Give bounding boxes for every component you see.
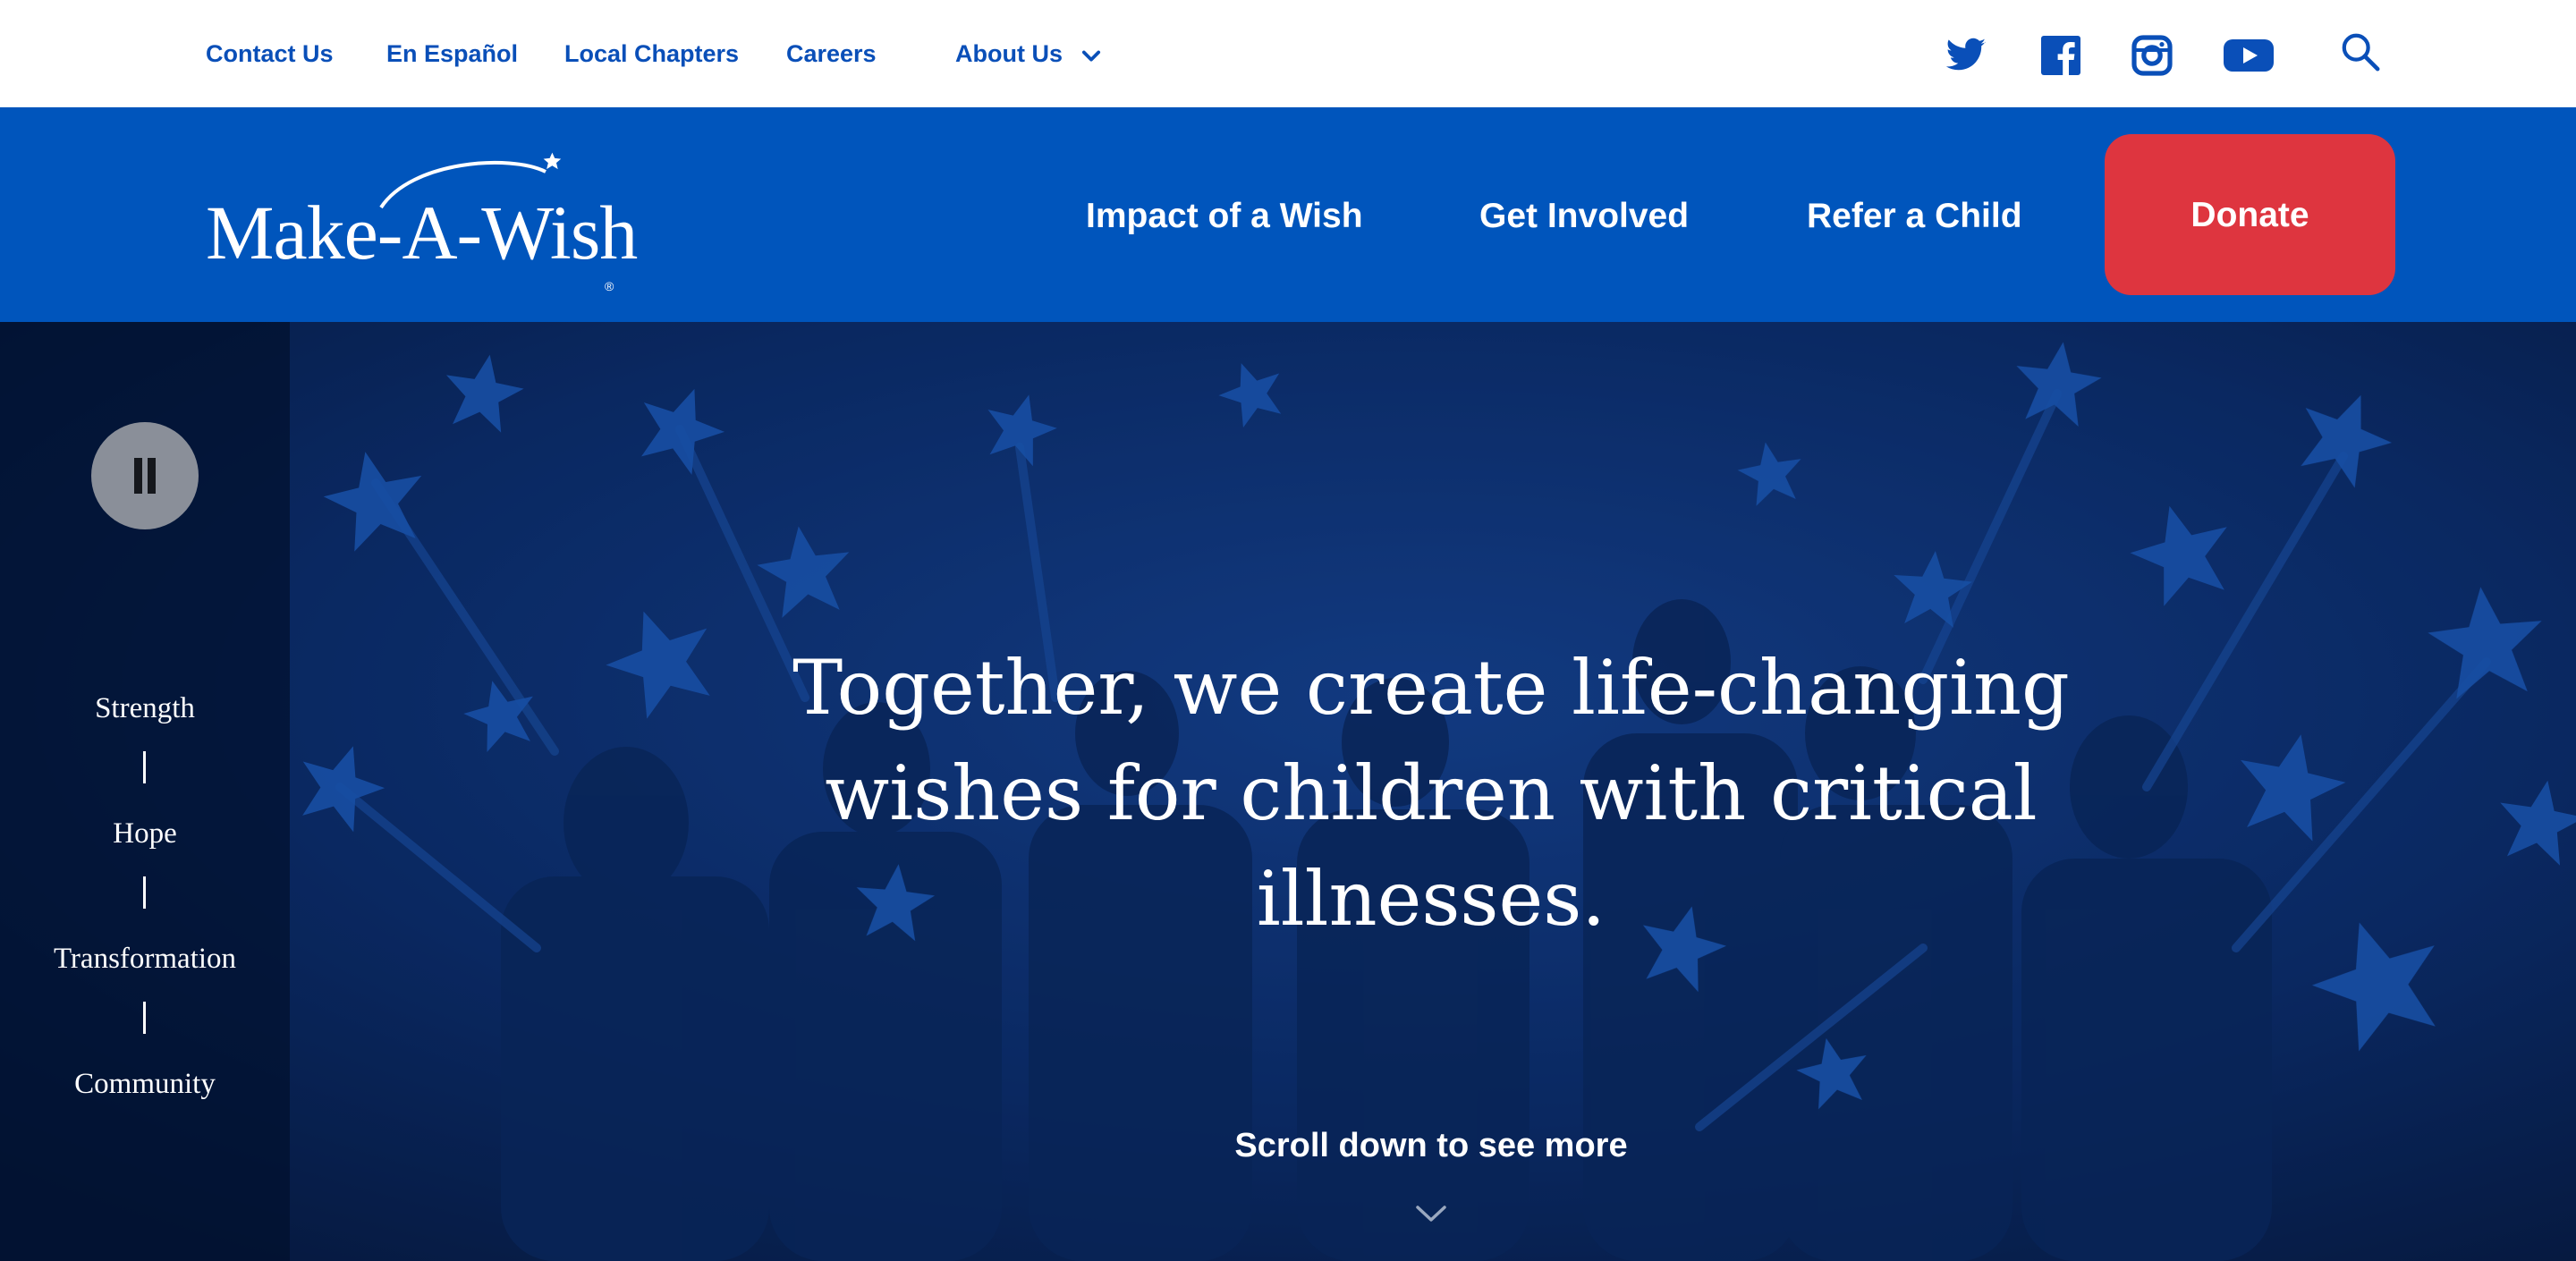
local-chapters-link[interactable]: Local Chapters [564, 36, 739, 72]
instagram-icon[interactable] [2131, 34, 2174, 77]
value-transformation: Transformation [53, 943, 237, 975]
pause-icon [134, 458, 142, 494]
chevron-down-icon[interactable] [1415, 1203, 1447, 1224]
about-us-label: About Us [955, 40, 1063, 67]
facebook-icon[interactable] [2039, 34, 2082, 77]
main-nav: Make-A-Wish ® Impact of a Wish Get Invol… [0, 107, 2576, 322]
pause-button[interactable] [91, 422, 199, 529]
values-sidebar: Strength Hope Transformation Community [0, 322, 290, 1261]
make-a-wish-logo[interactable]: Make-A-Wish ® [206, 152, 638, 293]
nav-refer-a-child[interactable]: Refer a Child [1807, 195, 2022, 238]
chevron-down-icon [1081, 50, 1100, 62]
about-us-dropdown[interactable]: About Us [955, 36, 1104, 72]
youtube-icon[interactable] [2222, 34, 2275, 77]
en-espanol-link[interactable]: En Español [386, 36, 518, 72]
value-divider [143, 876, 146, 909]
pause-icon-bar [148, 458, 156, 494]
value-hope: Hope [113, 817, 177, 850]
value-divider [143, 1002, 146, 1034]
hero-banner: Strength Hope Transformation Community T… [0, 322, 2576, 1261]
value-community: Community [74, 1068, 216, 1100]
twitter-icon[interactable] [1943, 34, 1989, 77]
hero-headline: Together, we create life-changing wishes… [792, 644, 2070, 943]
donate-button[interactable]: Donate [2105, 134, 2395, 295]
logo-registered-mark: ® [605, 279, 614, 293]
contact-us-link[interactable]: Contact Us [206, 36, 334, 72]
search-icon[interactable] [2340, 30, 2381, 73]
nav-get-involved[interactable]: Get Involved [1479, 195, 1689, 238]
utility-bar: Contact Us En Español Local Chapters Car… [0, 0, 2576, 107]
value-divider [143, 751, 146, 783]
value-strength: Strength [95, 692, 195, 724]
scroll-down-prompt[interactable]: Scroll down to see more [1073, 1125, 1789, 1166]
careers-link[interactable]: Careers [786, 36, 877, 72]
nav-impact-of-a-wish[interactable]: Impact of a Wish [1086, 195, 1363, 238]
logo-text: Make-A-Wish [206, 190, 638, 275]
